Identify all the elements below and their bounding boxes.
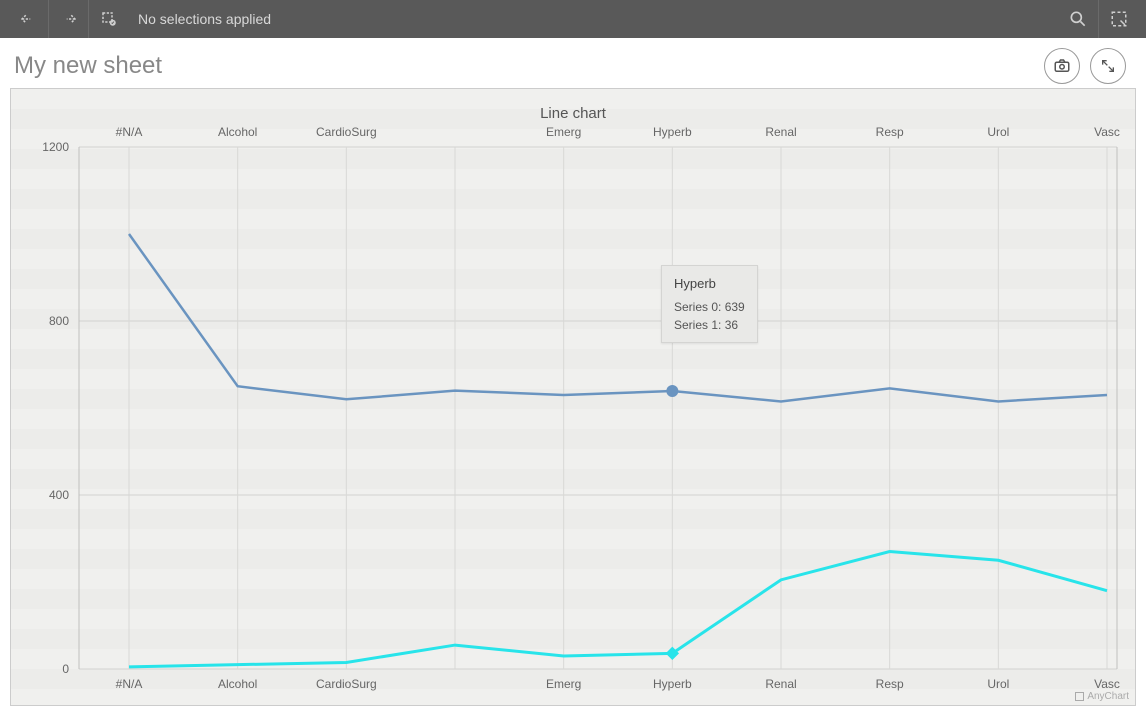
clear-selections-button[interactable] xyxy=(88,0,128,38)
x-tick-top: CardioSurg xyxy=(316,125,377,139)
y-tick: 1200 xyxy=(29,140,69,154)
x-tick-top: Resp xyxy=(876,125,904,139)
chart-tooltip: Hyperb Series 0: 639 Series 1: 36 xyxy=(661,265,758,343)
x-tick: #N/A xyxy=(116,677,143,691)
selections-status-text: No selections applied xyxy=(138,11,271,27)
chart-plot-area[interactable]: 04008001200#N/A#N/AAlcoholAlcoholCardioS… xyxy=(79,147,1117,669)
chart-container[interactable]: Line chart 04008001200#N/A#N/AAlcoholAlc… xyxy=(10,88,1136,706)
sheet-title: My new sheet xyxy=(14,52,162,80)
y-tick: 0 xyxy=(29,662,69,676)
x-tick: Vasc xyxy=(1094,677,1120,691)
selections-toolbar: No selections applied xyxy=(0,0,1146,38)
step-forward-button[interactable] xyxy=(48,0,88,38)
x-tick: Alcohol xyxy=(218,677,257,691)
anychart-icon xyxy=(1075,692,1084,701)
x-tick: Emerg xyxy=(546,677,581,691)
snapshot-button[interactable] xyxy=(1044,48,1080,84)
chart-title: Line chart xyxy=(11,89,1135,122)
y-tick: 400 xyxy=(29,488,69,502)
chart-svg xyxy=(79,147,1117,669)
x-tick-top: Alcohol xyxy=(218,125,257,139)
step-back-button[interactable] xyxy=(8,0,48,38)
x-tick-top: #N/A xyxy=(116,125,143,139)
x-tick-top: Renal xyxy=(765,125,796,139)
y-tick: 800 xyxy=(29,314,69,328)
x-tick: Hyperb xyxy=(653,677,692,691)
sheet-title-row: My new sheet xyxy=(0,38,1146,88)
x-tick-top: Vasc xyxy=(1094,125,1120,139)
tooltip-line: Series 1: 36 xyxy=(674,316,745,334)
selections-tool-button[interactable] xyxy=(1098,0,1138,38)
tooltip-line: Series 0: 639 xyxy=(674,298,745,316)
fullscreen-button[interactable] xyxy=(1090,48,1126,84)
x-tick: CardioSurg xyxy=(316,677,377,691)
x-tick-top: Emerg xyxy=(546,125,581,139)
anychart-watermark[interactable]: AnyChart xyxy=(1075,691,1129,702)
x-tick: Resp xyxy=(876,677,904,691)
x-tick-top: Hyperb xyxy=(653,125,692,139)
x-tick: Urol xyxy=(987,677,1009,691)
x-tick: Renal xyxy=(765,677,796,691)
search-button[interactable] xyxy=(1058,0,1098,38)
tooltip-category: Hyperb xyxy=(674,274,745,294)
x-tick-top: Urol xyxy=(987,125,1009,139)
